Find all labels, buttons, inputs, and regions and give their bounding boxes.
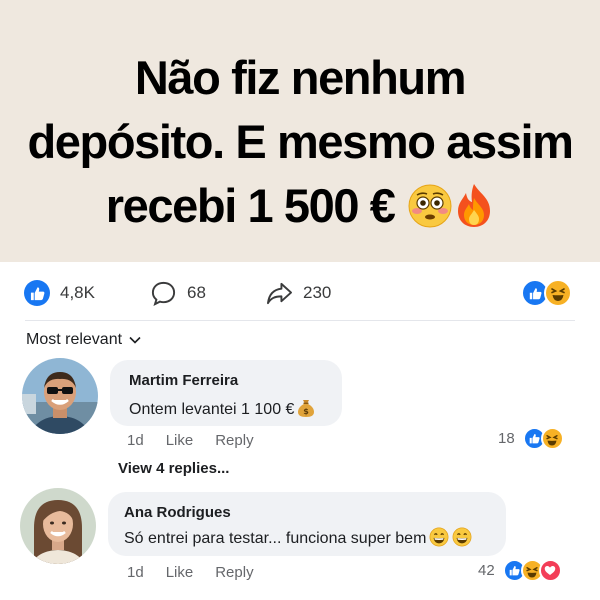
flushed-face-icon <box>408 184 452 228</box>
grinning-face-icon <box>452 527 472 547</box>
haha-reaction-icon <box>540 427 564 450</box>
view-replies-link[interactable]: View 4 replies... <box>118 460 229 477</box>
comment-text: Ontem levantei 1 100 € <box>129 401 295 418</box>
headline-line-3-text: recebi 1 500 € <box>105 179 396 232</box>
comments-button[interactable]: 68 <box>150 270 206 316</box>
reply-comment-button[interactable]: Reply <box>215 432 253 449</box>
svg-text:$: $ <box>304 407 310 416</box>
avatar-martim-ferreira[interactable] <box>22 358 98 434</box>
comment-text-row: Ontem levantei 1 100 € $ <box>129 398 315 419</box>
share-arrow-icon <box>267 282 292 304</box>
reactions-count[interactable]: 4,8K <box>24 270 95 316</box>
headline-line-1: Não fiz nenhum <box>134 51 467 104</box>
like-icon <box>24 280 50 306</box>
avatar-ana-rodrigues[interactable] <box>20 488 96 564</box>
shares-count-label: 230 <box>303 283 332 302</box>
comment-actions: 1d Like Reply <box>127 432 254 449</box>
comment-reactions[interactable]: 42 <box>478 559 562 582</box>
comment-actions: 1d Like Reply <box>127 564 254 581</box>
headline-line-2: depósito. E mesmo assim <box>27 115 573 168</box>
comment-author[interactable]: Martim Ferreira <box>129 372 238 389</box>
headline-line-3: recebi 1 500 € <box>0 174 600 238</box>
comment-reaction-count: 42 <box>478 562 495 579</box>
comments-count-label: 68 <box>187 283 206 302</box>
comment-author[interactable]: Ana Rodrigues <box>124 504 231 521</box>
shares-button[interactable]: 230 <box>266 270 331 316</box>
comment-icon <box>151 281 176 306</box>
comment-timestamp[interactable]: 1d <box>127 564 144 581</box>
stats-divider <box>25 320 575 321</box>
grinning-face-icon <box>429 527 449 547</box>
haha-reaction-icon <box>544 279 572 307</box>
post-stats-bar: 4,8K 68 230 <box>0 270 600 316</box>
chevron-down-icon <box>129 336 141 344</box>
money-bag-icon: $ <box>298 400 315 417</box>
sort-label: Most relevant <box>26 331 123 348</box>
post-headline: Não fiz nenhum depósito. E mesmo assim r… <box>0 46 600 238</box>
reaction-summary[interactable] <box>521 270 572 316</box>
comment-text-row: Só entrei para testar... funciona super … <box>124 527 472 548</box>
love-reaction-icon <box>538 559 562 582</box>
like-comment-button[interactable]: Like <box>166 564 194 581</box>
reactions-count-label: 4,8K <box>60 283 95 302</box>
post-image-banner: Não fiz nenhum depósito. E mesmo assim r… <box>0 0 600 262</box>
comment-text: Só entrei para testar... funciona super … <box>124 530 427 547</box>
reply-comment-button[interactable]: Reply <box>215 564 253 581</box>
comment-sort-dropdown[interactable]: Most relevant <box>26 329 141 351</box>
comment-reactions[interactable]: 18 <box>498 427 564 450</box>
comment-reaction-count: 18 <box>498 430 515 447</box>
comment-timestamp[interactable]: 1d <box>127 432 144 449</box>
fire-icon <box>458 184 491 227</box>
like-comment-button[interactable]: Like <box>166 432 194 449</box>
